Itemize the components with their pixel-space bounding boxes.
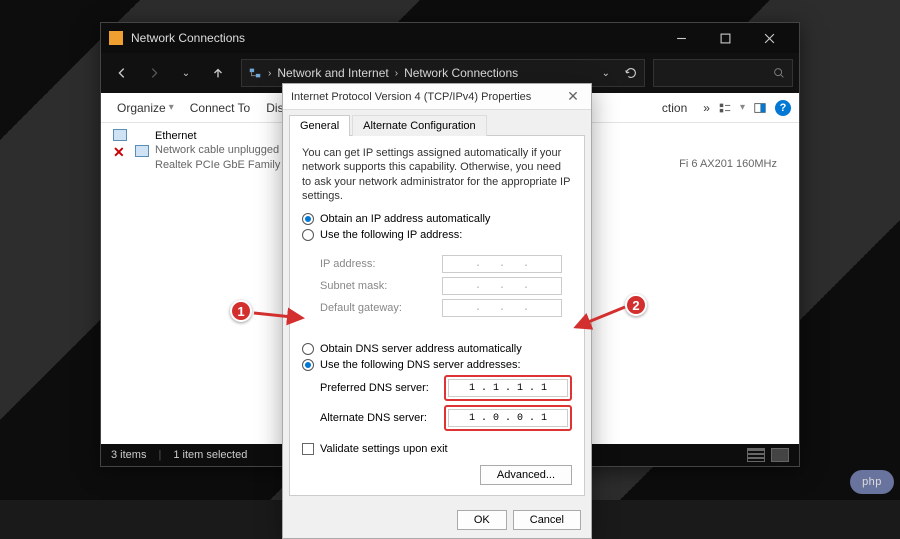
- network-icon: [248, 66, 262, 80]
- info-text: You can get IP settings assigned automat…: [302, 146, 572, 203]
- label-gateway: Default gateway:: [320, 302, 442, 314]
- organize-menu[interactable]: Organize ▾: [109, 97, 182, 119]
- label-subnet: Subnet mask:: [320, 280, 442, 292]
- overflow-button[interactable]: »: [695, 97, 718, 119]
- tab-general[interactable]: General: [289, 115, 350, 136]
- alternate-dns-input[interactable]: 1 . 0 . 0 . 1: [448, 409, 568, 427]
- wifi-device-truncated: Fi 6 AX201 160MHz: [679, 157, 777, 171]
- forward-button[interactable]: [139, 58, 169, 88]
- cancel-button[interactable]: Cancel: [513, 510, 581, 530]
- label-pref-dns: Preferred DNS server:: [320, 382, 444, 394]
- adapter-wifi-truncated[interactable]: Fi 6 AX201 160MHz: [679, 129, 777, 440]
- radio-icon: [302, 229, 314, 241]
- breadcrumb-root[interactable]: Network and Internet: [277, 66, 388, 80]
- label-ip: IP address:: [320, 258, 442, 270]
- selected-count: 1 item selected: [173, 449, 247, 461]
- preview-pane-icon[interactable]: [753, 101, 767, 115]
- radio-auto-ip[interactable]: Obtain an IP address automatically: [302, 213, 572, 225]
- titlebar[interactable]: Network Connections: [101, 23, 799, 53]
- label-alt-dns: Alternate DNS server:: [320, 412, 444, 424]
- recent-dropdown[interactable]: ⌄: [171, 58, 201, 88]
- up-button[interactable]: [203, 58, 233, 88]
- minimize-button[interactable]: [659, 23, 703, 53]
- maximize-button[interactable]: [703, 23, 747, 53]
- checkbox-icon: [302, 443, 314, 455]
- radio-icon: [302, 213, 314, 225]
- watermark-logo: php: [850, 470, 894, 494]
- chevron-right-icon: ›: [395, 68, 398, 79]
- connection-truncated[interactable]: ction: [654, 97, 695, 119]
- details-view-button[interactable]: [747, 448, 765, 462]
- radio-icon: [302, 343, 314, 355]
- annotation-badge-1: 1: [230, 300, 252, 322]
- connect-to-button[interactable]: Connect To: [182, 97, 259, 119]
- refresh-icon[interactable]: [624, 66, 638, 80]
- chevron-down-icon[interactable]: ⌄: [602, 68, 610, 79]
- subnet-mask-input: . . .: [442, 277, 562, 295]
- radio-use-ip[interactable]: Use the following IP address:: [302, 229, 572, 241]
- tab-alternate[interactable]: Alternate Configuration: [352, 115, 487, 136]
- validate-checkbox-row[interactable]: Validate settings upon exit: [302, 443, 572, 455]
- back-button[interactable]: [107, 58, 137, 88]
- window-title: Network Connections: [131, 31, 659, 45]
- close-button[interactable]: [747, 23, 791, 53]
- ip-address-input: . . .: [442, 255, 562, 273]
- gateway-input: . . .: [442, 299, 562, 317]
- ok-button[interactable]: OK: [457, 510, 507, 530]
- advanced-button[interactable]: Advanced...: [480, 465, 572, 485]
- error-icon: ✕: [113, 143, 125, 161]
- help-icon[interactable]: ?: [775, 100, 791, 116]
- ipv4-properties-dialog: Internet Protocol Version 4 (TCP/IPv4) P…: [282, 83, 592, 539]
- preferred-dns-input[interactable]: 1 . 1 . 1 . 1: [448, 379, 568, 397]
- dialog-title: Internet Protocol Version 4 (TCP/IPv4) P…: [291, 91, 563, 103]
- app-icon: [109, 31, 123, 45]
- ethernet-icon: ✕: [113, 129, 149, 161]
- breadcrumb-current[interactable]: Network Connections: [404, 66, 518, 80]
- item-count: 3 items: [111, 449, 146, 461]
- search-icon: [772, 66, 786, 80]
- dialog-titlebar[interactable]: Internet Protocol Version 4 (TCP/IPv4) P…: [283, 84, 591, 110]
- large-icons-view-button[interactable]: [771, 448, 789, 462]
- dialog-tabs: General Alternate Configuration: [283, 110, 591, 135]
- search-box[interactable]: [653, 59, 793, 87]
- radio-use-dns[interactable]: Use the following DNS server addresses:: [302, 359, 572, 371]
- dialog-close-button[interactable]: ✕: [563, 88, 583, 105]
- view-options-icon[interactable]: [718, 101, 732, 115]
- annotation-arrow-1: [252, 305, 312, 330]
- radio-icon: [302, 359, 314, 371]
- chevron-right-icon: ›: [268, 68, 271, 79]
- radio-auto-dns[interactable]: Obtain DNS server address automatically: [302, 343, 572, 355]
- annotation-arrow-2: [570, 305, 630, 340]
